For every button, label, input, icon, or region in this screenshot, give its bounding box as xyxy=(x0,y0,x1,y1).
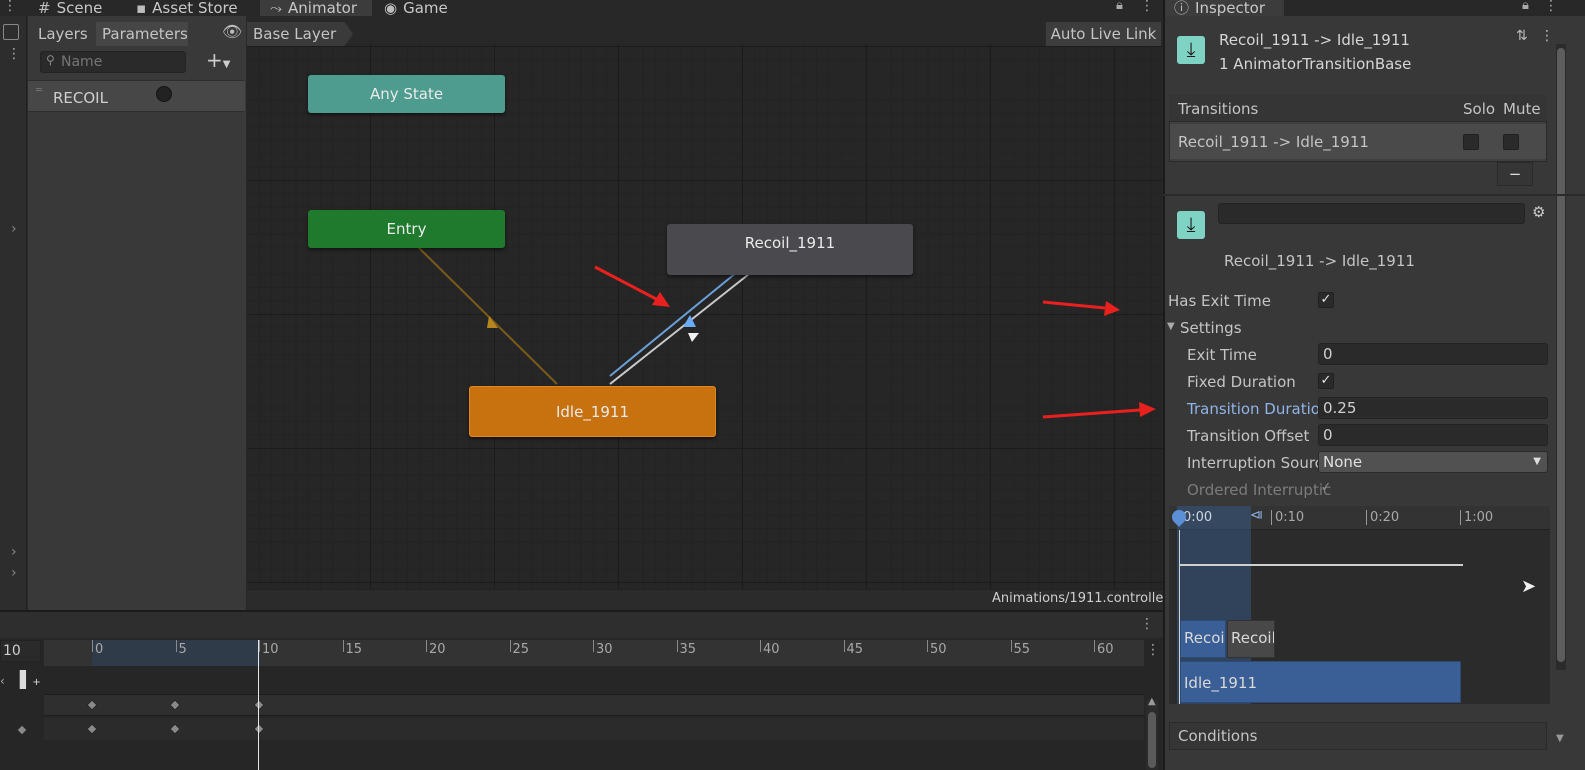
any-state-node[interactable]: Any State xyxy=(308,75,505,113)
recoil-state-node[interactable]: Recoil_1911 xyxy=(667,224,913,275)
ruler-tick xyxy=(175,640,177,652)
timeline-scrollbar[interactable]: ▲ xyxy=(1146,696,1158,770)
preview-clip-idle[interactable]: Idle_1911 xyxy=(1180,661,1461,703)
ruler-tick xyxy=(426,640,427,652)
fixed-duration-label: Fixed Duration xyxy=(1187,373,1296,391)
tab-inspector[interactable]: ⓘ Inspector xyxy=(1166,0,1282,16)
transition-icon: ⤓ xyxy=(1177,36,1205,64)
inspector-subtitle: 1 AnimatorTransitionBase xyxy=(1219,55,1412,73)
interruption-source-label: Interruption Sourc xyxy=(1187,454,1323,472)
mute-header: Mute xyxy=(1503,100,1541,118)
keyframe-row xyxy=(44,694,1144,716)
ruler-tick-label: 30 xyxy=(596,642,613,657)
playhead[interactable] xyxy=(258,640,259,770)
chevron-left-icon[interactable]: ‹ xyxy=(0,674,5,688)
preview-tick-1: 0:10 xyxy=(1271,510,1304,525)
entry-node[interactable]: Entry xyxy=(308,210,505,248)
transition-duration-input[interactable]: 0.25 xyxy=(1318,397,1548,419)
add-keyframe-button[interactable]: ▌+ xyxy=(20,670,41,689)
ruler-tick xyxy=(1094,640,1095,652)
divider xyxy=(1163,194,1585,196)
ruler-tick xyxy=(676,640,678,652)
preview-clip-recoil[interactable]: Recoil xyxy=(1227,620,1275,658)
controller-path: Animations/1911.controller xyxy=(992,591,1169,606)
ruler-tick xyxy=(92,640,93,652)
transition-name-label: Recoil_1911 -> Idle_1911 xyxy=(1224,252,1415,270)
foldout-arrow-icon[interactable]: ▼ xyxy=(1167,321,1175,332)
transition-icon: ⤓ xyxy=(1177,211,1205,239)
inspector-scrollbar[interactable] xyxy=(1556,44,1566,670)
ruler-tick-label: 10 xyxy=(262,642,279,657)
ruler-tick-label: 25 xyxy=(512,642,530,657)
chevron-up-icon: ▲ xyxy=(1148,696,1156,707)
solo-checkbox[interactable] xyxy=(1463,134,1479,150)
ruler-tick xyxy=(509,640,511,652)
preview-tick-3: 1:00 xyxy=(1460,510,1493,525)
menu-dots-icon[interactable]: ⋮ xyxy=(1540,28,1554,44)
has-exit-time-label: Has Exit Time xyxy=(1168,292,1271,310)
scrollbar-thumb[interactable] xyxy=(1148,712,1156,768)
transition-name-input[interactable] xyxy=(1218,203,1525,224)
lock-icon[interactable]: 🔒︎ xyxy=(1522,0,1529,13)
conditions-label: Conditions xyxy=(1178,727,1258,745)
fixed-duration-checkbox[interactable]: ✓ xyxy=(1318,373,1334,389)
idle-state-node[interactable]: Idle_1911 xyxy=(469,386,716,437)
solo-header: Solo xyxy=(1463,100,1496,118)
chevron-down-icon: ▼ xyxy=(1533,456,1541,467)
scrollbar-thumb[interactable] xyxy=(1557,48,1565,662)
interruption-source-dropdown[interactable]: None ▼ xyxy=(1318,451,1548,473)
mute-checkbox[interactable] xyxy=(1503,134,1519,150)
ruler-tick-label: 15 xyxy=(345,642,363,657)
ruler-tick-label: 0 xyxy=(95,642,104,657)
preview-end-marker[interactable]: ⧏ xyxy=(1250,508,1263,523)
preview-clip-recoil[interactable]: Recoil xyxy=(1180,620,1226,658)
menu-dots-icon[interactable]: ⋮ xyxy=(1146,642,1160,658)
ruler-tick-label: 50 xyxy=(930,642,947,657)
transitions-header-label: Transitions xyxy=(1178,100,1259,118)
preview-tick-0: 0:00 xyxy=(1183,510,1213,525)
ruler-tick-label: 20 xyxy=(429,642,446,657)
transition-duration-label: Transition Duratio xyxy=(1187,400,1320,418)
menu-dots-icon[interactable]: ⋮ xyxy=(1140,616,1154,632)
mouse-cursor-icon: ➤ xyxy=(1521,576,1537,597)
has-exit-time-checkbox[interactable]: ✓ xyxy=(1318,292,1334,308)
settings-sliders-icon[interactable]: ⇅ xyxy=(1516,28,1528,44)
ruler-tick xyxy=(259,640,260,652)
ruler-tick-label: 35 xyxy=(679,642,697,657)
exit-time-input[interactable]: 0 xyxy=(1318,343,1548,365)
transition-offset-label: Transition Offset xyxy=(1187,427,1310,445)
ruler-tick xyxy=(927,640,928,652)
transition-offset-input[interactable]: 0 xyxy=(1318,424,1548,446)
ruler-tick-label: 60 xyxy=(1097,642,1114,657)
inspector-tabbar-fill xyxy=(1284,0,1585,16)
ruler-tick xyxy=(760,640,761,652)
menu-dots-icon[interactable]: ⋮ xyxy=(1544,0,1558,14)
preview-tick-2: 0:20 xyxy=(1366,510,1399,525)
ruler-tick-label: 45 xyxy=(846,642,864,657)
timeline-toolbar xyxy=(0,612,1163,638)
inspector-title: Recoil_1911 -> Idle_1911 xyxy=(1219,31,1410,49)
ruler-tick-label: 40 xyxy=(763,642,780,657)
keyframe-row xyxy=(44,718,1144,740)
frame-input[interactable]: 10 xyxy=(0,640,41,662)
remove-transition-button[interactable]: − xyxy=(1497,162,1533,186)
ruler-tick xyxy=(593,640,594,652)
ordered-interruption-label: Ordered Interruptic xyxy=(1187,481,1332,499)
settings-foldout[interactable]: Settings xyxy=(1180,319,1242,337)
exit-time-label: Exit Time xyxy=(1187,346,1257,364)
timeline-ruler[interactable]: 0 5 10 15 20 25 30 35 40 45 50 55 60 xyxy=(44,640,1144,666)
info-icon: ⓘ xyxy=(1174,0,1190,17)
gear-icon[interactable]: ⚙︎ xyxy=(1532,203,1545,221)
ruler-tick xyxy=(843,640,845,652)
transition-list-label[interactable]: Recoil_1911 -> Idle_1911 xyxy=(1178,133,1369,151)
ruler-tick-label: 5 xyxy=(178,642,187,657)
ruler-tick xyxy=(1010,640,1012,652)
ruler-tick xyxy=(342,640,344,652)
ruler-tick-label: 55 xyxy=(1013,642,1031,657)
chevron-down-icon[interactable]: ▼ xyxy=(1556,733,1564,744)
preview-curve xyxy=(1179,564,1463,566)
ordered-interruption-checkbox: ✓ xyxy=(1320,480,1332,495)
